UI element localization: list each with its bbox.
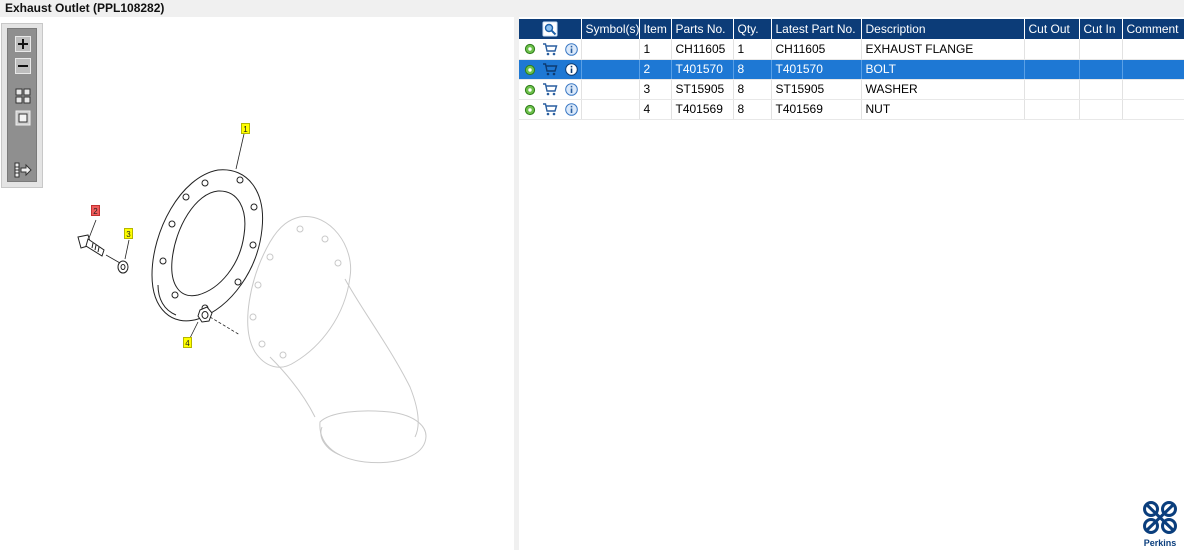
viewer-toolbar [1, 23, 43, 188]
gear-icon[interactable] [524, 84, 536, 96]
gear-icon[interactable] [524, 104, 536, 116]
header-item[interactable]: Item [639, 19, 672, 39]
cell-item: 2 [639, 59, 672, 80]
info-icon[interactable] [564, 63, 578, 76]
header-qty[interactable]: Qty. [733, 19, 772, 39]
cell-cut-in [1079, 59, 1123, 80]
cell-cut-out [1024, 39, 1080, 60]
table-header-row: Symbol(s) Item Parts No. Qty. Latest Par… [519, 19, 1184, 39]
row-actions [519, 39, 582, 60]
cell-symbols [581, 39, 640, 60]
cell-part-no: CH11605 [671, 39, 734, 60]
cell-item: 1 [639, 39, 672, 60]
parts-illustration [77, 133, 427, 464]
row-actions [519, 59, 582, 80]
perkins-logo-icon [1143, 501, 1177, 534]
cell-item: 4 [639, 99, 672, 120]
cell-comment [1122, 79, 1184, 100]
cell-symbols [581, 99, 640, 120]
info-icon[interactable] [564, 43, 578, 56]
info-icon[interactable] [564, 103, 578, 116]
cell-qty: 8 [733, 99, 772, 120]
brand-name: Perkins [1143, 538, 1177, 548]
header-description[interactable]: Description [861, 19, 1025, 39]
cell-symbols [581, 79, 640, 100]
zoom-in-icon [15, 35, 31, 52]
parts-table: Symbol(s) Item Parts No. Qty. Latest Par… [519, 19, 1184, 120]
cart-icon[interactable] [542, 83, 558, 96]
header-comment[interactable]: Comment [1122, 19, 1184, 39]
callout-3[interactable]: 3 [124, 228, 133, 239]
header-cut-in[interactable]: Cut In [1079, 19, 1123, 39]
callout-4[interactable]: 4 [183, 337, 192, 348]
cart-icon[interactable] [542, 63, 558, 76]
cell-comment [1122, 99, 1184, 120]
cell-description: NUT [861, 99, 1025, 120]
cell-latest-part-no: CH11605 [771, 39, 862, 60]
cell-part-no: ST15905 [671, 79, 734, 100]
zoom-in-button[interactable] [14, 35, 32, 52]
cell-cut-out [1024, 79, 1080, 100]
drawing-pane[interactable]: 1 2 3 4 [0, 17, 514, 550]
grid-icon [15, 88, 31, 103]
cell-cut-out [1024, 59, 1080, 80]
cell-qty: 8 [733, 59, 772, 80]
brand-logo: Perkins [1140, 500, 1180, 548]
cell-cut-out [1024, 99, 1080, 120]
zoom-out-button[interactable] [14, 57, 32, 74]
fit-all-button[interactable] [14, 87, 32, 104]
cell-description: WASHER [861, 79, 1025, 100]
header-search[interactable] [519, 19, 582, 39]
row-actions [519, 99, 582, 120]
table-row[interactable]: 4 T401569 8 T401569 NUT [519, 99, 1184, 120]
parts-list-pane: Symbol(s) Item Parts No. Qty. Latest Par… [519, 17, 1184, 550]
header-symbols[interactable]: Symbol(s) [581, 19, 640, 39]
callout-1[interactable]: 1 [241, 123, 250, 134]
cell-qty: 1 [733, 39, 772, 60]
row-actions [519, 79, 582, 100]
zoom-out-icon [15, 57, 31, 74]
actual-size-button[interactable] [14, 109, 32, 126]
cell-cut-in [1079, 39, 1123, 60]
search-parts-icon [542, 21, 558, 37]
square-icon [15, 110, 31, 125]
header-cut-out[interactable]: Cut Out [1024, 19, 1080, 39]
table-row-selected[interactable]: 2 T401570 8 T401570 BOLT [519, 59, 1184, 80]
cell-part-no: T401569 [671, 99, 734, 120]
cell-cut-in [1079, 79, 1123, 100]
cell-part-no: T401570 [671, 59, 734, 80]
callout-2[interactable]: 2 [91, 205, 100, 216]
cell-latest-part-no: ST15905 [771, 79, 862, 100]
cell-description: BOLT [861, 59, 1025, 80]
cell-latest-part-no: T401570 [771, 59, 862, 80]
cart-icon[interactable] [542, 43, 558, 56]
window-title: Exhaust Outlet (PPL108282) [0, 0, 1184, 17]
table-row[interactable]: 3 ST15905 8 ST15905 WASHER [519, 79, 1184, 100]
gear-icon[interactable] [524, 64, 536, 76]
header-latest-part-no[interactable]: Latest Part No. [771, 19, 862, 39]
toggle-list-button[interactable] [14, 161, 32, 178]
table-row[interactable]: 1 CH11605 1 CH11605 EXHAUST FLANGE [519, 39, 1184, 60]
header-part-no[interactable]: Parts No. [671, 19, 734, 39]
cell-qty: 8 [733, 79, 772, 100]
cell-symbols [581, 59, 640, 80]
cell-comment [1122, 59, 1184, 80]
cell-item: 3 [639, 79, 672, 100]
cell-description: EXHAUST FLANGE [861, 39, 1025, 60]
list-arrow-icon [14, 162, 32, 177]
cell-comment [1122, 39, 1184, 60]
cell-cut-in [1079, 99, 1123, 120]
cart-icon[interactable] [542, 103, 558, 116]
cell-latest-part-no: T401569 [771, 99, 862, 120]
info-icon[interactable] [564, 83, 578, 96]
gear-icon[interactable] [524, 43, 536, 55]
